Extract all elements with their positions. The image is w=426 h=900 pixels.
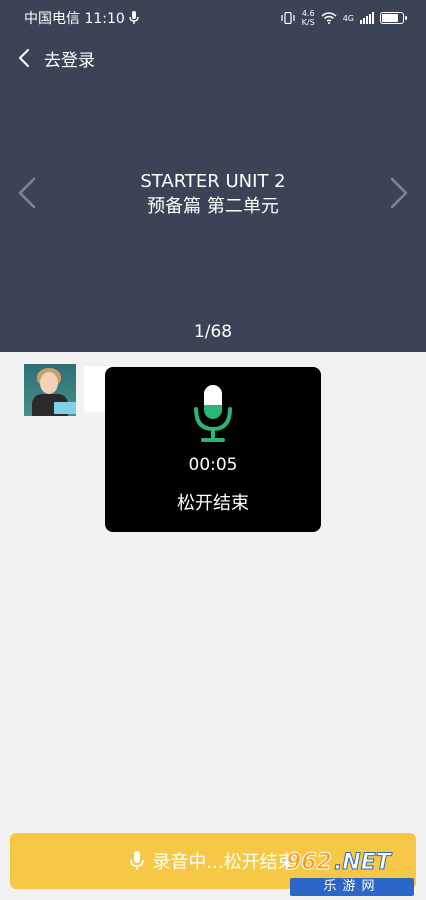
carrier-time: 中国电信 11:10 <box>24 11 125 27</box>
site-watermark: 962.NET 乐游网 <box>286 850 418 896</box>
wifi-icon <box>321 12 337 24</box>
next-page-button[interactable] <box>388 176 410 214</box>
status-left: 中国电信 11:10 <box>24 8 139 28</box>
watermark-logo: 962.NET <box>286 850 418 876</box>
network-speed-value: 4.6 <box>301 9 315 18</box>
chevron-right-icon <box>390 177 408 209</box>
watermark-domain: .NET <box>333 850 391 876</box>
page-indicator: 1/68 <box>193 322 233 342</box>
signal-strength-icon <box>360 12 374 24</box>
teacher-avatar <box>24 364 76 416</box>
network-speed-unit: K/S <box>301 18 315 27</box>
lesson-title: STARTER UNIT 2 <box>140 171 286 192</box>
status-bar: 中国电信 11:10 4.6 K/S 4G <box>0 0 426 36</box>
back-button[interactable]: 去登录 <box>0 46 95 71</box>
watermark-number: 962 <box>286 850 333 876</box>
microphone-icon <box>130 851 145 870</box>
recording-timer: 00:05 <box>188 455 238 475</box>
network-type: 4G <box>342 13 354 23</box>
release-to-end-hint: 松开结束 <box>177 493 249 514</box>
mic-wrap <box>193 385 233 447</box>
vibrate-icon <box>281 12 295 24</box>
status-right: 4.6 K/S 4G <box>280 9 407 27</box>
chevron-left-icon <box>19 49 29 67</box>
record-button-label: 录音中...松开结束 <box>152 852 296 873</box>
microphone-icon <box>194 385 232 442</box>
back-button-label: 去登录 <box>44 50 95 71</box>
lesson-subtitle: 预备篇 第二单元 <box>147 196 279 217</box>
watermark-site-name: 乐游网 <box>290 878 414 896</box>
network-speed: 4.6 K/S <box>302 9 315 27</box>
microphone-status-icon <box>129 11 139 24</box>
lesson-header: 中国电信 11:10 4.6 K/S 4G 去登录 STARTER UNIT 2… <box>0 0 426 352</box>
nav-bar: 去登录 <box>0 38 426 78</box>
recording-overlay: 00:05 松开结束 <box>105 367 321 532</box>
battery-icon <box>380 12 407 24</box>
lesson-title-block: STARTER UNIT 2 预备篇 第二单元 <box>0 170 426 220</box>
